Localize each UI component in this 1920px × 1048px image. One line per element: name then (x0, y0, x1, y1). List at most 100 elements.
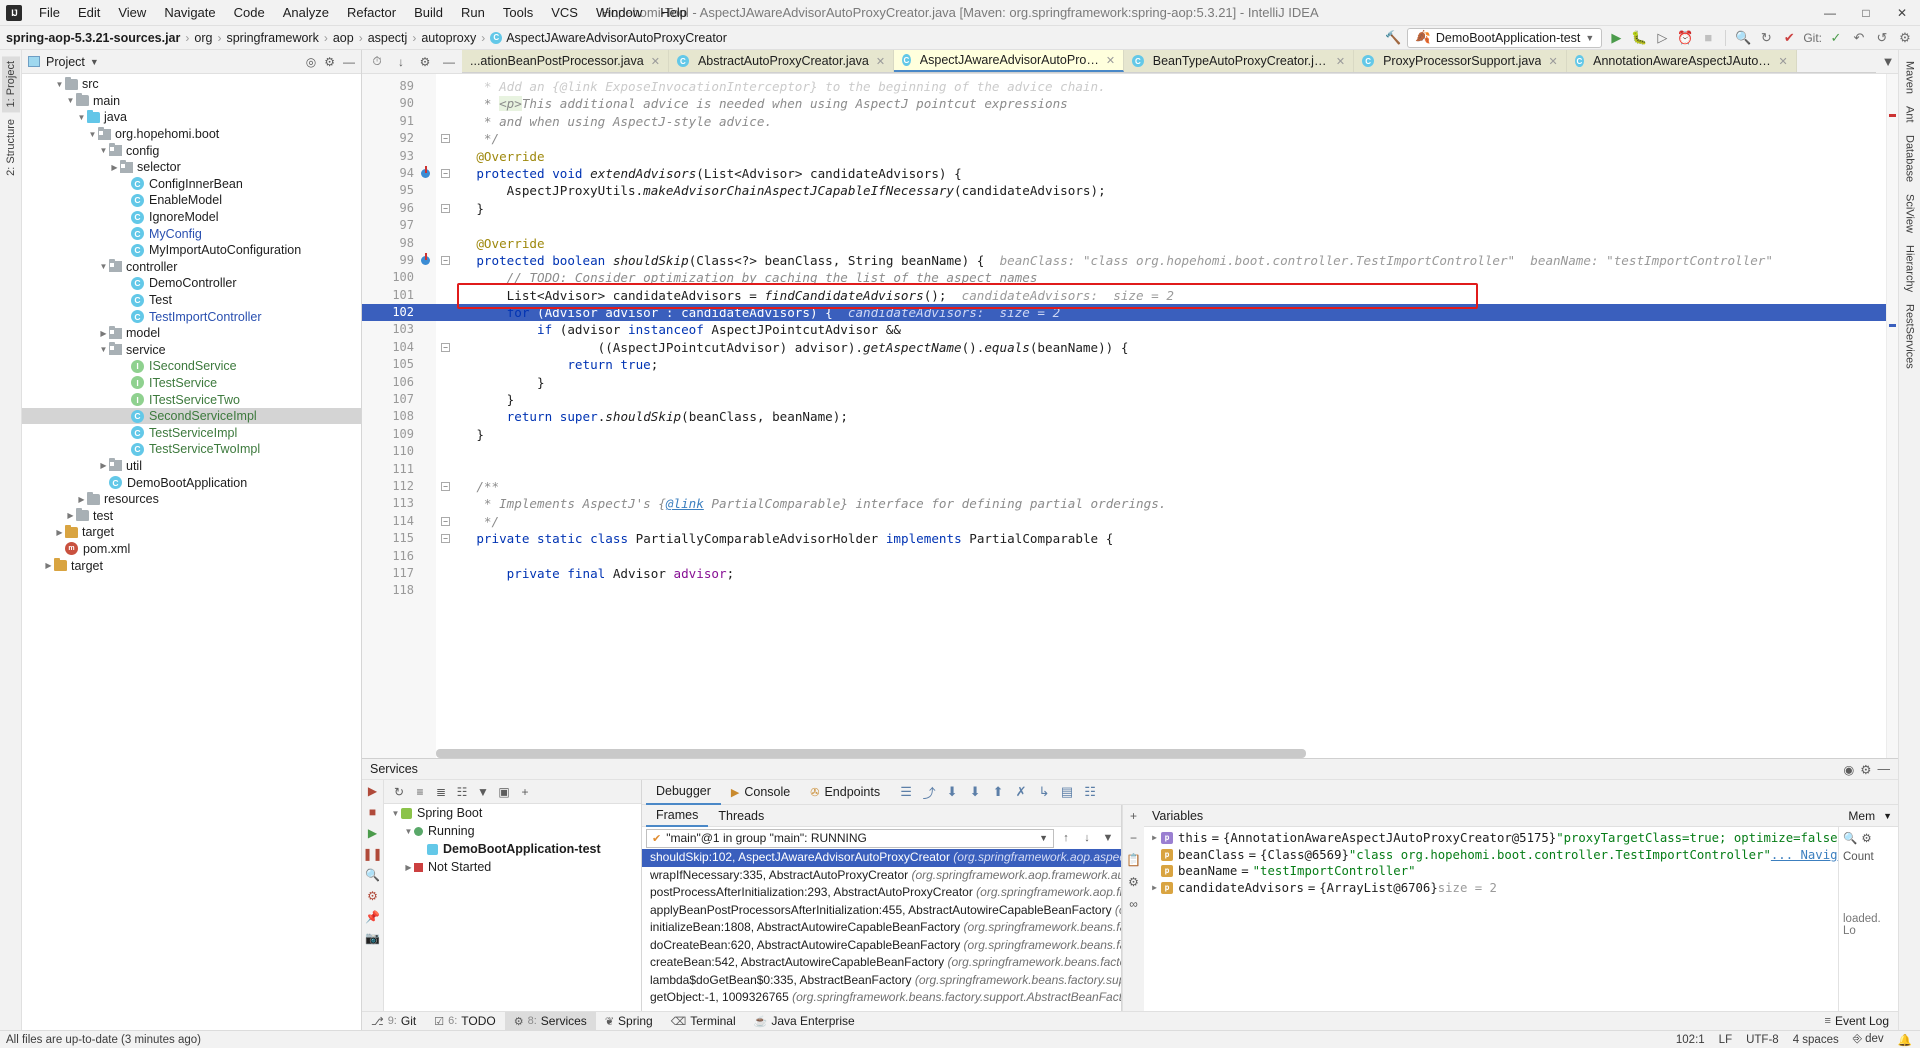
close-icon[interactable]: ✕ (1336, 55, 1345, 68)
code-line[interactable]: AspectJProxyUtils.makeAdvisorChainAspect… (436, 182, 1886, 199)
indent-setting[interactable]: 4 spaces (1793, 1034, 1839, 1046)
vcs-commit-icon[interactable]: ✔ (1780, 28, 1798, 48)
run-to-cursor-icon[interactable]: ↳ (1034, 782, 1054, 802)
chevron-down-icon[interactable]: ▼ (1883, 811, 1892, 821)
help-icon[interactable]: ◉ (1843, 762, 1854, 777)
force-step-into-icon[interactable]: ⬇ (965, 782, 985, 802)
stack-frame-row[interactable]: postProcessAfterInitialization:293, Abst… (642, 884, 1121, 902)
tree-twisty-icon[interactable]: ▼ (98, 262, 109, 271)
stop-button[interactable]: ■ (1699, 28, 1717, 48)
tree-node[interactable]: C EnableModel (22, 192, 361, 209)
tool-window-tab-project[interactable]: 1: Project (1, 56, 20, 113)
stack-frame-row[interactable]: doCreateBean:620, AbstractAutowireCapabl… (642, 937, 1121, 955)
profile-button[interactable]: ⏰ (1676, 28, 1694, 48)
git-rollback-icon[interactable]: ↶ (1850, 28, 1868, 48)
tree-node[interactable]: ▶ target (22, 524, 361, 541)
code-line[interactable]: } (436, 374, 1886, 391)
git-branch[interactable]: ⎆ dev (1853, 1033, 1884, 1046)
stack-frame-row[interactable]: createBean:542, AbstractAutowireCapableB… (642, 954, 1121, 972)
gutter-line[interactable]: 89 (362, 78, 436, 95)
code-line[interactable]: @Override (436, 148, 1886, 165)
tool-window-tab-structure[interactable]: 2: Structure (2, 114, 20, 181)
tree-twisty-icon[interactable]: ▶ (109, 163, 120, 172)
editor-tab[interactable]: C BeanTypeAutoProxyCreator.java ✕ (1124, 50, 1355, 72)
gutter-line[interactable]: 91 (362, 113, 436, 130)
run-with-coverage-button[interactable]: ▷ (1653, 28, 1671, 48)
gutter-line[interactable]: 104− (362, 339, 450, 356)
gutter-line[interactable]: 102− (362, 304, 450, 322)
collapse-all-icon[interactable]: ≡ (411, 783, 429, 801)
filter-icon[interactable]: 🔍 (365, 868, 380, 882)
breakpoint-icon[interactable] (421, 165, 430, 178)
run-configuration-selector[interactable]: 🍂 DemoBootApplication-test ▼ (1407, 27, 1603, 48)
code-line[interactable] (436, 548, 1886, 565)
debugger-tab-console[interactable]: ▶ Console (721, 780, 800, 805)
code-line[interactable]: for (Advisor advisor : candidateAdvisors… (436, 304, 1886, 322)
variable-row[interactable]: ▶ p candidateAdvisors = {ArrayList@6706} siz… (1144, 880, 1838, 897)
gutter-line[interactable]: 96− (362, 200, 450, 217)
variable-row[interactable]: ▶ p this = {AnnotationAwareAspectJAutoProxyC… (1144, 830, 1838, 847)
tree-node[interactable]: C DemoBootApplication (22, 474, 361, 491)
tree-node[interactable]: ▼ org.hopehomi.boot (22, 126, 361, 143)
code-line[interactable]: /** (436, 478, 1886, 495)
stack-frame-row[interactable]: lambda$doGetBean$0:335, AbstractBeanFact… (642, 972, 1121, 990)
maximize-button[interactable]: □ (1848, 0, 1884, 26)
gutter-line[interactable]: 93 (362, 148, 436, 165)
minimize-button[interactable]: — (1812, 0, 1848, 26)
tree-node[interactable]: ▼ controller (22, 259, 361, 276)
hide-panel-icon[interactable]: ― (438, 51, 460, 73)
tree-node[interactable]: C TestServiceImpl (22, 424, 361, 441)
settings-icon[interactable]: ⚙ (367, 889, 378, 903)
tree-twisty-icon[interactable]: ▶ (98, 461, 109, 470)
menu-file[interactable]: File (30, 2, 69, 23)
navigate-link[interactable]: ... Navigate (1771, 847, 1838, 864)
hamburger-icon[interactable]: ☰ (896, 782, 916, 802)
close-button[interactable]: ✕ (1884, 0, 1920, 26)
error-stripe[interactable] (1886, 74, 1898, 758)
tree-twisty-icon[interactable]: ▶ (54, 528, 65, 537)
tree-node[interactable]: ▼ service (22, 342, 361, 359)
gutter-line[interactable]: 99− (362, 252, 450, 269)
project-file-tree[interactable]: ▼ src ▼ main ▼ java ▼ org.hopehomi.boot ▼ config ▶… (22, 74, 361, 1030)
tool-window-tab-hierarchy[interactable]: Hierarchy (1901, 240, 1919, 297)
close-icon[interactable]: ✕ (1106, 54, 1115, 67)
menu-code[interactable]: Code (225, 2, 274, 23)
hide-panel-icon[interactable]: ― (1878, 762, 1891, 777)
tree-node[interactable]: ▶ target (22, 557, 361, 574)
code-line[interactable] (436, 582, 1886, 599)
settings-gear-icon[interactable]: ⚙ (1896, 28, 1914, 48)
gutter-line[interactable]: 118 (362, 582, 436, 599)
gutter-line[interactable]: 90 (362, 95, 436, 112)
tree-node[interactable]: ▶ util (22, 458, 361, 475)
service-tree-node[interactable]: ▼ Spring Boot (384, 804, 641, 822)
gutter-line[interactable]: 114− (362, 513, 450, 530)
stack-frame-row[interactable]: getObject:-1, 1009326765 (org.springfram… (642, 989, 1121, 1007)
thread-selector[interactable]: ✔ "main"@1 in group "main": RUNNING ▼ (646, 828, 1054, 848)
gutter-line[interactable]: 113 (362, 495, 436, 512)
editor-tab[interactable]: C ProxyProcessorSupport.java ✕ (1354, 50, 1567, 72)
menu-navigate[interactable]: Navigate (155, 2, 224, 23)
code-line[interactable]: } (436, 426, 1886, 443)
tool-tab-terminal[interactable]: ⌫ Terminal (662, 1012, 745, 1031)
evaluate-expression-icon[interactable]: ▤ (1057, 782, 1077, 802)
tree-node[interactable]: I ISecondService (22, 358, 361, 375)
breadcrumb-item[interactable]: autoproxy (421, 31, 476, 45)
stack-frame-row[interactable]: initializeBean:1808, AbstractAutowireCap… (642, 919, 1121, 937)
breadcrumb-item[interactable]: spring-aop-5.3.21-sources.jar (6, 31, 180, 45)
editor-tab[interactable]: C AbstractAutoProxyCreator.java ✕ (668, 50, 895, 72)
frame-up-icon[interactable]: ↑ (1057, 829, 1075, 847)
tree-node[interactable]: C Test (22, 292, 361, 309)
update-project-icon[interactable]: ↻ (1757, 28, 1775, 48)
pin-icon[interactable]: 📌 (365, 910, 380, 924)
search-icon[interactable]: 🔍 (1843, 831, 1857, 845)
step-out-icon[interactable]: ⬆ (988, 782, 1008, 802)
build-hammer-icon[interactable]: 🔨 (1384, 28, 1402, 48)
code-text-area[interactable]: * Add an {@link ExposeInvocationIntercep… (436, 74, 1886, 758)
tool-tab-spring[interactable]: ❦ Spring (596, 1012, 662, 1031)
caret-position[interactable]: 102:1 (1676, 1034, 1705, 1046)
expand-all-icon[interactable]: ≣ (432, 783, 450, 801)
service-tree-node[interactable]: DemoBootApplication-test (384, 840, 641, 858)
tree-node[interactable]: ▼ main (22, 93, 361, 110)
scrollbar-thumb[interactable] (436, 749, 1306, 758)
stack-frame-row[interactable]: applyBeanPostProcessorsAfterInitializati… (642, 902, 1121, 920)
